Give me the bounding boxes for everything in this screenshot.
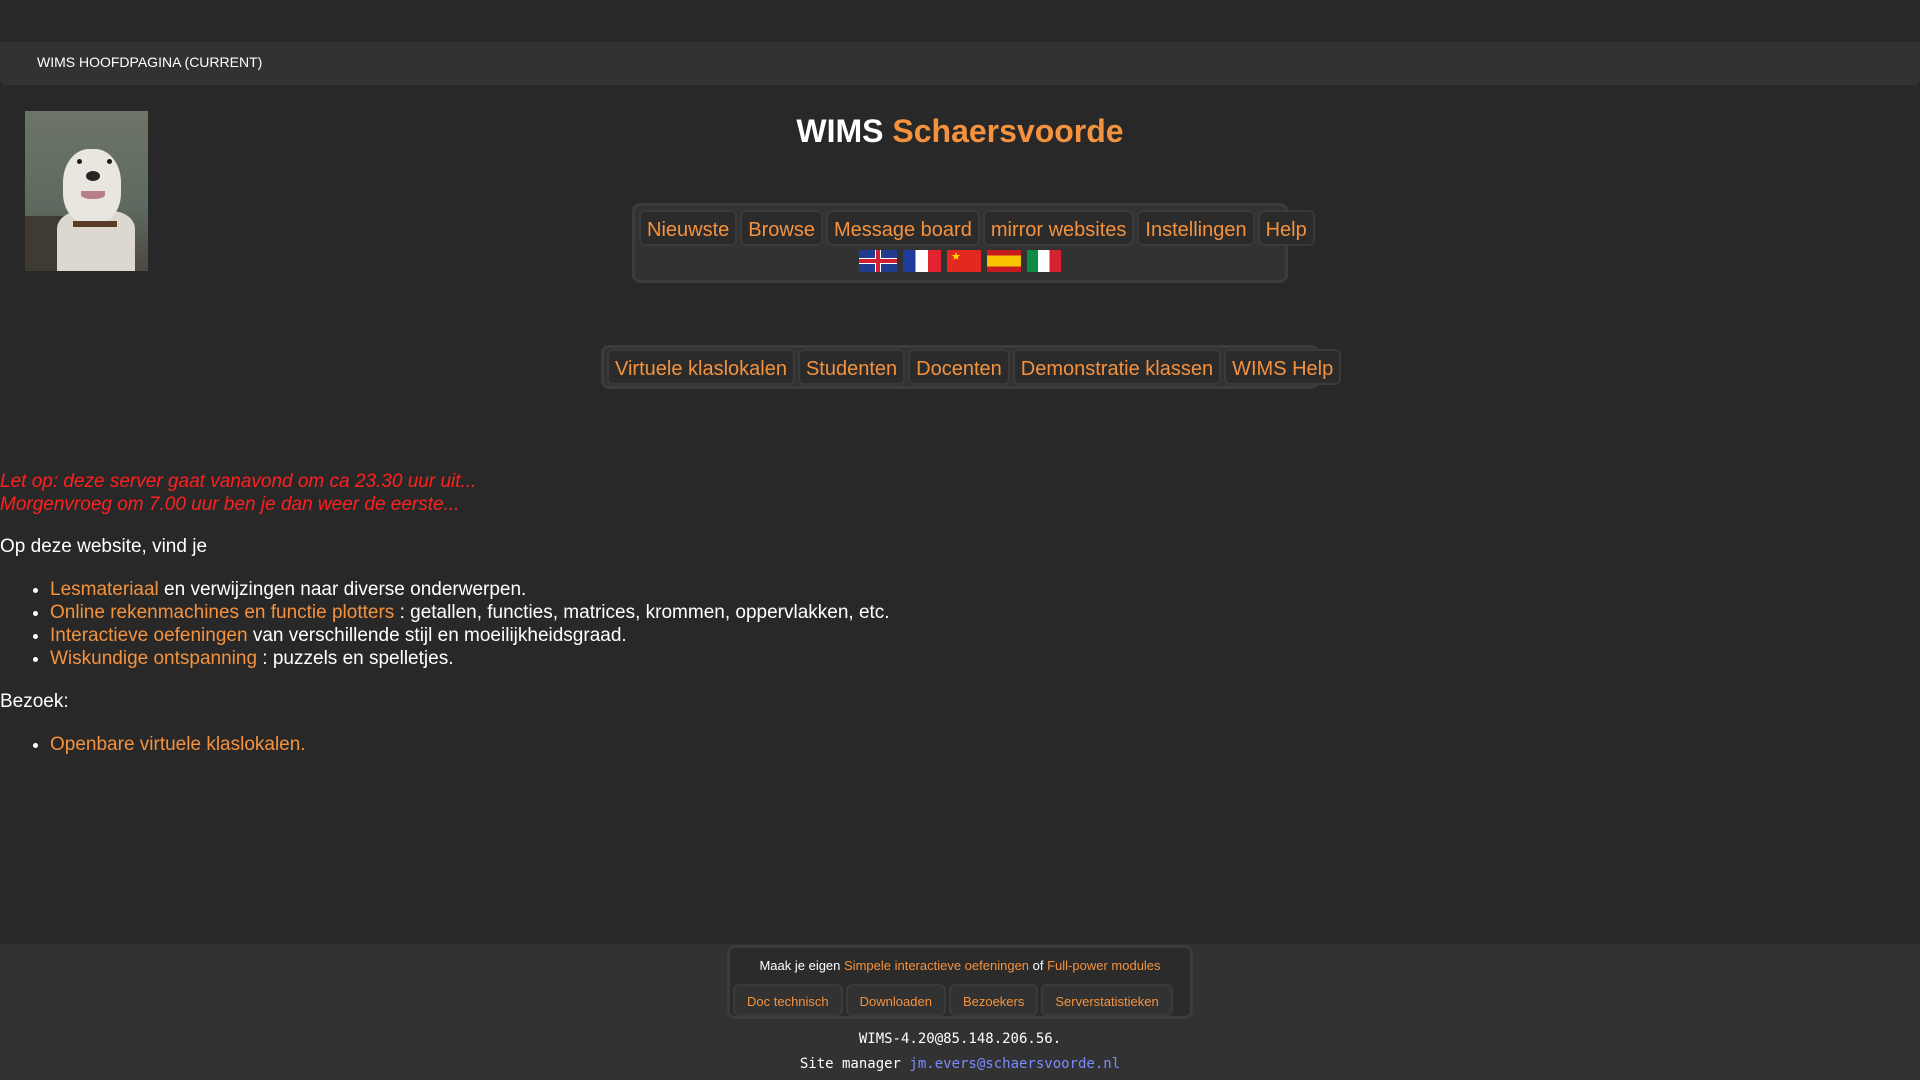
feature-text: : getallen, functies, matrices, krommen,… xyxy=(394,602,890,623)
notice-line-2: Morgenvroeg om 7.00 uur ben je dan weer … xyxy=(0,494,460,515)
page-title: WIMS Schaersvoorde xyxy=(0,113,1920,150)
link-openbare-klaslokalen[interactable]: Openbare virtuele klaslokalen. xyxy=(50,734,306,755)
link-interactieve-oefeningen[interactable]: Interactieve oefeningen xyxy=(50,625,248,646)
list-item: Lesmateriaal en verwijzingen naar divers… xyxy=(50,578,890,601)
title-site: Schaersvoorde xyxy=(892,113,1124,149)
language-flags: ★ xyxy=(635,250,1285,276)
list-item: Wiskundige ontspanning : puzzels en spel… xyxy=(50,647,890,670)
menu-nieuwste[interactable]: Nieuwste xyxy=(639,210,738,246)
footer-downloaden[interactable]: Downloaden xyxy=(845,984,946,1016)
list-item: Interactieve oefeningen van verschillend… xyxy=(50,624,890,647)
link-lesmateriaal[interactable]: Lesmateriaal xyxy=(50,579,159,600)
notice-line-1: Let op: deze server gaat vanavond om ca … xyxy=(0,471,477,492)
menu-studenten[interactable]: Studenten xyxy=(797,349,906,385)
spain-flag-icon[interactable] xyxy=(987,250,1021,272)
footer-doc-technisch[interactable]: Doc technisch xyxy=(733,984,843,1016)
link-wiskundige-ontspanning[interactable]: Wiskundige ontspanning xyxy=(50,648,257,669)
menu-demonstratie-klassen[interactable]: Demonstratie klassen xyxy=(1012,349,1222,385)
manager-email-link[interactable]: jm.evers@schaersvoorde.nl xyxy=(909,1056,1120,1072)
list-item: Openbare virtuele klaslokalen. xyxy=(50,734,306,756)
feature-text: : puzzels en spelletjes. xyxy=(257,648,454,669)
china-flag-icon[interactable]: ★ xyxy=(947,250,981,272)
feature-text: en verwijzingen naar diverse onderwerpen… xyxy=(158,579,527,600)
site-manager: Site manager jm.evers@schaersvoorde.nl xyxy=(0,1056,1920,1072)
menu-docenten[interactable]: Docenten xyxy=(908,349,1010,385)
menu-browse[interactable]: Browse xyxy=(740,210,823,246)
list-item: Online rekenmachines en functie plotters… xyxy=(50,601,890,624)
main-menu: Nieuwste Browse Message board mirror web… xyxy=(632,203,1315,283)
link-simpele-oefeningen[interactable]: Simpele interactieve oefeningen xyxy=(844,958,1029,973)
link-online-rekenmachines[interactable]: Online rekenmachines en functie plotters xyxy=(50,602,394,623)
menu-virtuele-klaslokalen[interactable]: Virtuele klaslokalen xyxy=(607,349,795,385)
feature-text: van verschillende stijl en moeilijkheids… xyxy=(247,625,627,646)
server-notice: Let op: deze server gaat vanavond om ca … xyxy=(0,470,476,516)
menu-mirror-websites[interactable]: mirror websites xyxy=(982,210,1135,246)
feature-list: Lesmateriaal en verwijzingen naar divers… xyxy=(0,578,890,670)
manager-label: Site manager xyxy=(799,1056,910,1072)
title-wims: WIMS xyxy=(796,113,884,149)
link-full-power-modules[interactable]: Full-power modules xyxy=(1047,958,1160,973)
visit-list: Openbare virtuele klaslokalen. xyxy=(0,734,306,756)
footer-make-of: of xyxy=(1029,958,1048,973)
footer-serverstatistieken[interactable]: Serverstatistieken xyxy=(1041,984,1173,1016)
footer-make-own: Maak je eigen Simpele interactieve oefen… xyxy=(730,958,1190,973)
italy-flag-icon[interactable] xyxy=(1027,250,1061,272)
intro-text: Op deze website, vind je xyxy=(0,536,208,557)
menu-instellingen[interactable]: Instellingen xyxy=(1137,210,1255,246)
footer-menu: Maak je eigen Simpele interactieve oefen… xyxy=(727,945,1193,1019)
secondary-menu: Virtuele klaslokalen Studenten Docenten … xyxy=(601,345,1342,389)
uk-flag-icon[interactable] xyxy=(859,250,897,272)
footer-bezoekers[interactable]: Bezoekers xyxy=(948,984,1039,1016)
version-info: WIMS-4.20@85.148.206.56. xyxy=(858,1031,1062,1047)
menu-help[interactable]: Help xyxy=(1257,210,1315,246)
breadcrumb-bar xyxy=(0,42,1920,85)
visit-label: Bezoek: xyxy=(0,691,69,712)
footer-make-prefix: Maak je eigen xyxy=(759,958,845,973)
menu-message-board[interactable]: Message board xyxy=(825,210,980,246)
breadcrumb[interactable]: WIMS HOOFDPAGINA (CURRENT) xyxy=(37,54,262,70)
france-flag-icon[interactable] xyxy=(903,250,941,272)
menu-wims-help[interactable]: WIMS Help xyxy=(1224,349,1342,385)
